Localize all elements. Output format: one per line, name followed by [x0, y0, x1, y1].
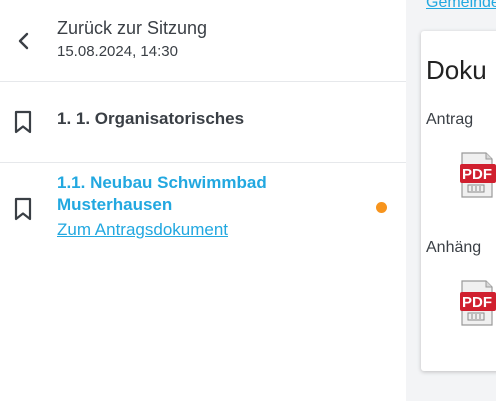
chevron-left-icon: [18, 32, 29, 50]
card-title: Doku: [426, 55, 487, 85]
agenda-item-title-line1[interactable]: 1.1. Neubau Schwimmbad: [57, 173, 267, 193]
document-panel: Gemeinde Doku Antrag PDF Anhäng PDF: [406, 0, 496, 401]
agenda-item-title-line2[interactable]: Musterhausen: [57, 195, 172, 215]
document-link[interactable]: Zum Antragsdokument: [57, 220, 228, 240]
pdf-icon[interactable]: PDF: [446, 151, 496, 199]
agenda-sidebar: Zurück zur Sitzung 15.08.2024, 14:30 1. …: [0, 0, 406, 401]
pdf-icon[interactable]: PDF: [446, 279, 496, 327]
pdf-badge: PDF: [462, 166, 492, 183]
divider: [0, 162, 406, 163]
section-label-anhaenge: Anhäng: [426, 239, 482, 256]
divider: [0, 81, 406, 82]
pdf-badge: PDF: [462, 294, 492, 311]
agenda-item-title[interactable]: 1. 1. Organisatorisches: [57, 109, 244, 129]
status-dot: [376, 202, 387, 213]
section-label-antrag: Antrag: [426, 111, 474, 128]
bookmark-icon[interactable]: [13, 110, 33, 134]
breadcrumb-link[interactable]: Gemeinde: [426, 0, 496, 12]
back-button[interactable]: [12, 28, 36, 54]
bookmark-icon[interactable]: [13, 197, 33, 221]
meeting-datetime: 15.08.2024, 14:30: [57, 43, 178, 60]
back-title[interactable]: Zurück zur Sitzung: [57, 18, 207, 39]
